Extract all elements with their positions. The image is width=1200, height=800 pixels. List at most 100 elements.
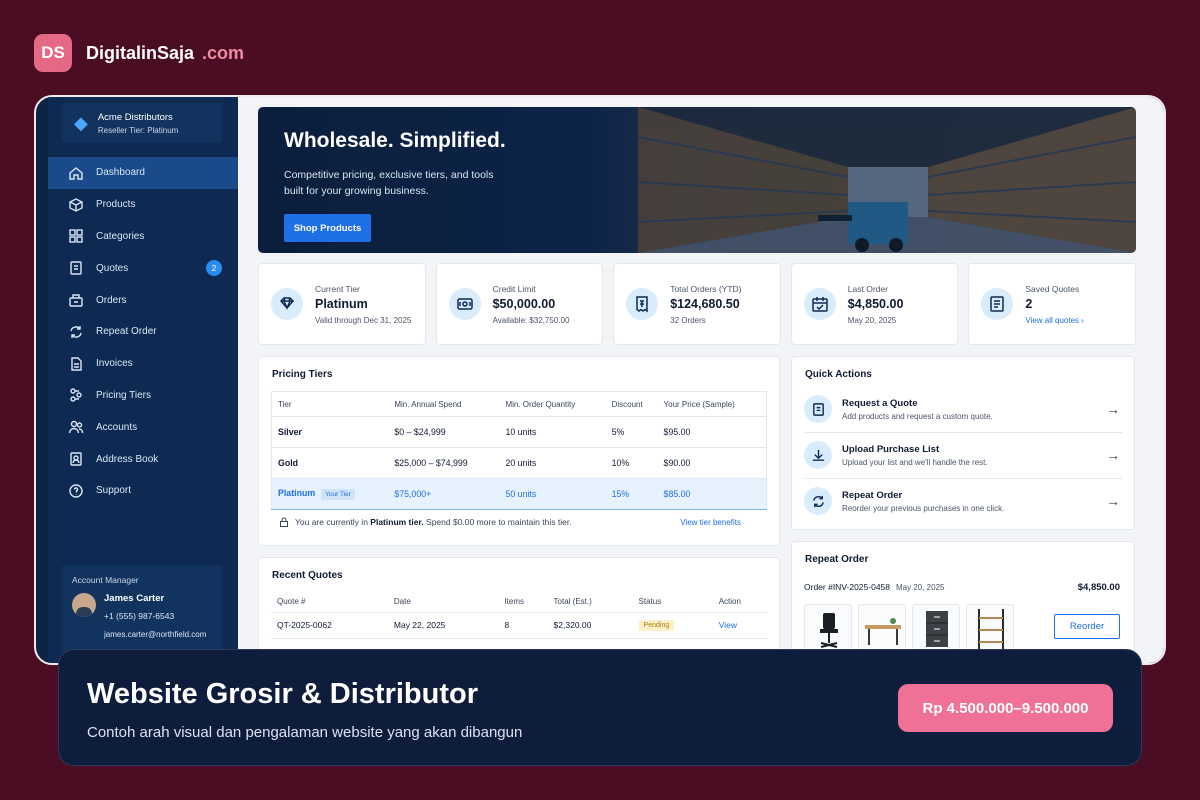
stat-value: $124,680.50 xyxy=(670,296,740,311)
quick-action-description: Upload your list and we'll handle the re… xyxy=(842,457,988,467)
account-tier: Reseller Tier: Platinum xyxy=(97,125,179,135)
manager-email[interactable]: james.carter@northfield.com xyxy=(104,630,212,639)
order-number: Order #INV-2025-0458 xyxy=(804,582,890,592)
order-total: $4,850.00 xyxy=(1077,582,1120,593)
stat-card-current-tier: Current Tier Platinum Valid through Dec … xyxy=(258,263,426,345)
sidebar-item-address-book[interactable]: Address Book xyxy=(48,443,238,475)
diamond-icon: ◆ xyxy=(74,112,88,133)
view-quote-link[interactable]: View xyxy=(719,620,737,630)
brand-name: DigitalinSaja xyxy=(86,42,195,63)
column-header: Quote # xyxy=(271,592,388,613)
brand-tld: .com xyxy=(202,42,245,63)
sidebar-item-dashboard[interactable]: Dashboard xyxy=(48,157,238,189)
stat-subtext: 32 Orders xyxy=(670,315,706,325)
sidebar-item-label: Invoices xyxy=(96,358,133,370)
sidebar-item-products[interactable]: Products xyxy=(48,189,238,221)
shelf-thumbnail[interactable] xyxy=(966,604,1014,652)
repeat-order-id: Order #INV-2025-0458 May 20, 2025 xyxy=(804,582,944,592)
view-all-quotes-link[interactable]: View all quotes › xyxy=(1025,316,1084,325)
reorder-button[interactable]: Reorder xyxy=(1054,614,1120,639)
quick-action-upload-purchase-list[interactable]: Upload Purchase List Upload your list an… xyxy=(804,433,1122,477)
column-header: Date xyxy=(387,592,499,613)
office-chair-thumbnail[interactable] xyxy=(804,604,852,652)
price-badge[interactable]: Rp 4.500.000–9.500.000 xyxy=(898,684,1113,732)
stat-card-total-orders-ytd: Total Orders (YTD) $124,680.50 32 Orders xyxy=(613,263,781,345)
quotes-count-badge: 2 xyxy=(206,260,222,277)
stat-subtext: Valid through Dec 31, 2025 xyxy=(315,315,412,325)
sidebar-item-orders[interactable]: Orders xyxy=(48,284,238,316)
stat-card-saved-quotes[interactable]: Saved Quotes 2 View all quotes › xyxy=(968,263,1136,345)
quick-actions-title: Quick Actions xyxy=(805,369,872,380)
column-header: Min. Annual Spend xyxy=(388,391,500,417)
quick-action-request-a-quote[interactable]: Request a Quote Add products and request… xyxy=(804,387,1122,431)
stat-label: Total Orders (YTD) xyxy=(670,283,742,294)
sidebar-item-accounts[interactable]: Accounts xyxy=(48,411,238,443)
table-cell: 10 units xyxy=(499,416,606,448)
help-icon xyxy=(68,483,84,499)
table-cell: 50 units xyxy=(499,478,606,510)
tier-name: Silver xyxy=(278,427,302,437)
column-header: Tier xyxy=(271,391,389,417)
view-tier-benefits-link[interactable]: View tier benefits xyxy=(680,518,741,527)
banner-title: Website Grosir & Distributor xyxy=(87,678,479,710)
promo-banner: Website Grosir & Distributor Contoh arah… xyxy=(58,649,1142,766)
sidebar-item-label: Dashboard xyxy=(96,167,145,179)
tier-name: Gold xyxy=(278,458,299,468)
main-content: Wholesale. Simplified. Competitive prici… xyxy=(238,97,1164,663)
table-cell: 5% xyxy=(605,416,658,448)
sidebar-item-label: Repeat Order xyxy=(96,326,157,338)
home-icon xyxy=(68,165,84,181)
account-name: Acme Distributors xyxy=(97,111,173,123)
box-icon xyxy=(68,197,84,213)
quick-action-title: Repeat Order xyxy=(842,489,903,501)
column-header: Your Price (Sample) xyxy=(657,391,767,417)
sidebar-item-pricing-tiers[interactable]: Pricing Tiers xyxy=(48,380,238,412)
sidebar-item-label: Categories xyxy=(96,230,145,242)
sidebar-item-support[interactable]: Support xyxy=(48,475,238,507)
recent-quotes-table: Quote # Date Items Total (Est.) Status Action… xyxy=(271,592,767,639)
table-cell: $75,000+ xyxy=(388,478,500,510)
sidebar-item-quotes[interactable]: Quotes 2 xyxy=(48,252,238,284)
quote-request-icon xyxy=(804,395,832,423)
quick-action-description: Reorder your previous purchases in one c… xyxy=(842,503,1005,513)
lock-icon xyxy=(280,517,288,527)
column-header: Min. Order Quantity xyxy=(499,391,606,417)
sidebar-item-repeat-order[interactable]: Repeat Order xyxy=(48,316,238,348)
stat-value: $4,850.00 xyxy=(847,296,904,311)
desk-thumbnail[interactable] xyxy=(858,604,906,652)
tier-cell: Gold xyxy=(271,447,389,479)
column-header: Discount xyxy=(605,391,658,417)
quick-action-repeat-order[interactable]: Repeat Order Reorder your previous purch… xyxy=(804,479,1122,523)
tier-note-tier: Platinum tier. xyxy=(370,517,424,527)
table-cell: 15% xyxy=(605,478,658,510)
manager-phone[interactable]: +1 (555) 987-6543 xyxy=(104,611,174,621)
account-manager-title: Account Manager xyxy=(72,575,139,585)
table-cell: $25,000 – $74,999 xyxy=(388,447,500,479)
app-window: ◆ Acme Distributors Reseller Tier: Plati… xyxy=(34,95,1166,665)
orders-icon xyxy=(68,292,84,308)
table-cell: 10% xyxy=(605,447,658,479)
grid-icon xyxy=(68,228,84,244)
order-date: May 20, 2025 xyxy=(896,583,945,592)
receipt-icon xyxy=(626,288,659,320)
address-book-icon xyxy=(68,451,84,467)
sidebar-item-label: Accounts xyxy=(96,421,138,433)
filing-cabinet-thumbnail[interactable] xyxy=(912,604,960,652)
shop-products-button[interactable]: Shop Products xyxy=(284,214,371,242)
repeat-order-title: Repeat Order xyxy=(805,554,869,565)
brand-logo[interactable]: DS DigitalinSaja .com xyxy=(34,34,244,72)
account-switcher[interactable]: ◆ Acme Distributors Reseller Tier: Plati… xyxy=(62,103,222,143)
sidebar-item-categories[interactable]: Categories xyxy=(48,221,238,253)
sidebar: ◆ Acme Distributors Reseller Tier: Plati… xyxy=(48,97,238,663)
arrow-right-icon: → xyxy=(1106,493,1120,509)
repeat-icon xyxy=(804,487,832,515)
upload-icon xyxy=(804,441,832,469)
manager-name: James Carter xyxy=(104,593,165,604)
table-row: Gold $25,000 – $74,999 20 units 10% $90.00 xyxy=(271,447,767,479)
sidebar-item-label: Support xyxy=(96,485,132,497)
table-cell: $85.00 xyxy=(657,478,767,510)
sidebar-item-invoices[interactable]: Invoices xyxy=(48,348,238,380)
quick-action-description: Add products and request a custom quote. xyxy=(842,411,993,421)
stat-value: $50,000.00 xyxy=(492,296,556,311)
stat-card-credit-limit: Credit Limit $50,000.00 Available: $32,7… xyxy=(435,263,604,345)
